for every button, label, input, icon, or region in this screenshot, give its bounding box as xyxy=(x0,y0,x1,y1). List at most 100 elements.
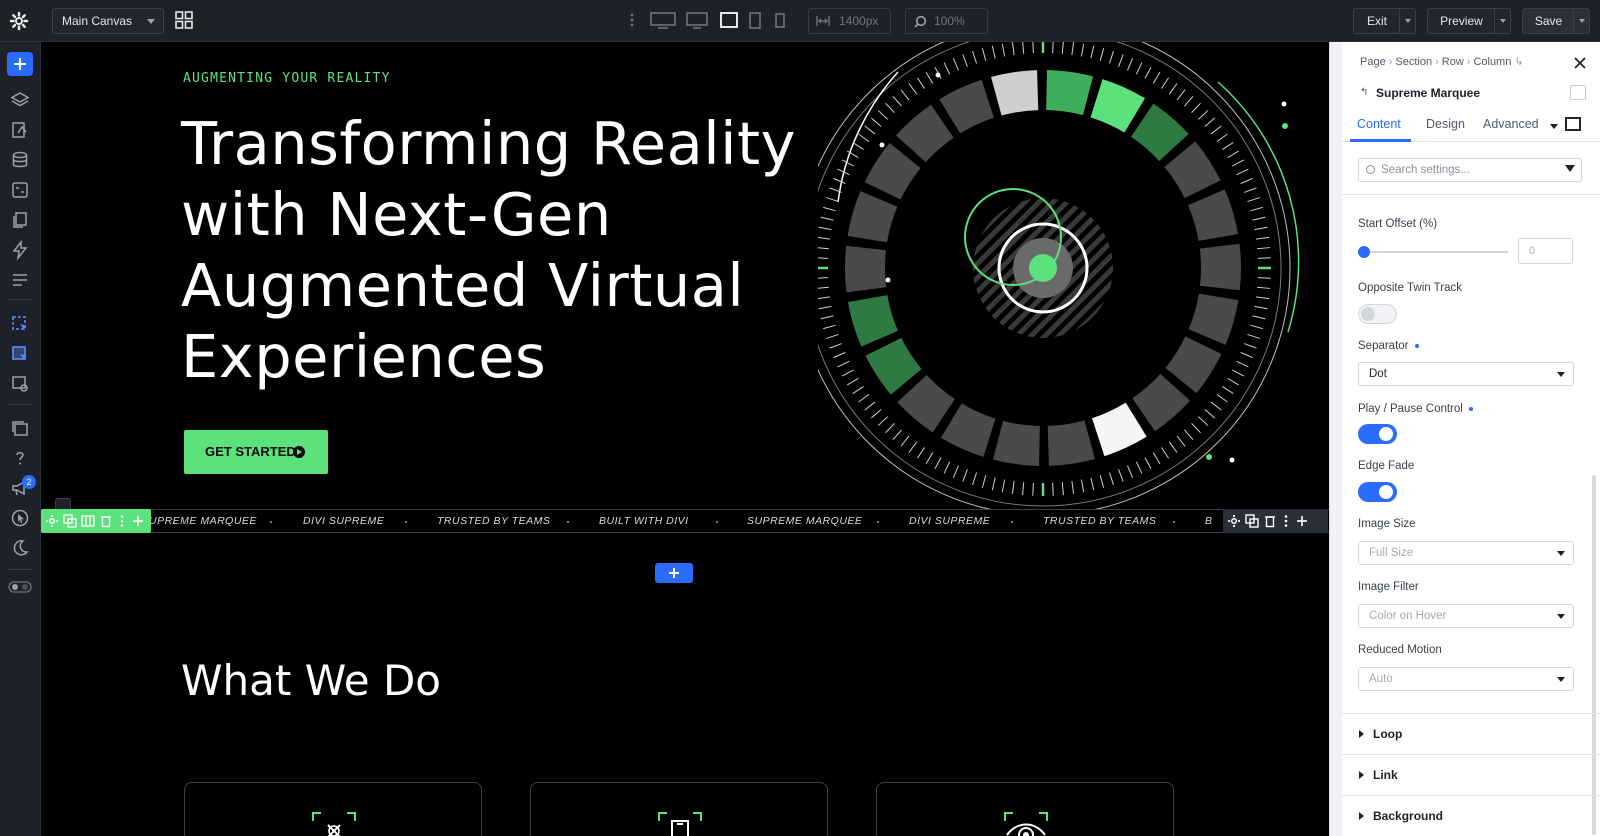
duplicate-icon[interactable] xyxy=(1245,514,1259,528)
exit-button[interactable]: Exit xyxy=(1353,8,1416,34)
tick-mark xyxy=(962,469,968,482)
save-dropdown-icon[interactable] xyxy=(1573,9,1589,33)
start-offset-slider-handle[interactable] xyxy=(1358,246,1370,258)
supreme-cursor-icon[interactable] xyxy=(10,344,30,364)
more-vertical-icon[interactable] xyxy=(630,12,634,28)
mode-toggle-icon[interactable] xyxy=(8,577,32,597)
phone-view-icon[interactable] xyxy=(775,12,785,29)
search-settings-input[interactable]: Search settings... xyxy=(1358,158,1582,182)
settings-gear-icon[interactable] xyxy=(8,10,30,32)
service-card[interactable] xyxy=(876,782,1174,836)
tick-mark xyxy=(829,343,842,349)
desktop-view-icon[interactable] xyxy=(686,12,708,29)
ring-segment xyxy=(939,79,994,134)
close-icon[interactable] xyxy=(1573,56,1587,70)
image-filter-select[interactable]: Color on Hover xyxy=(1358,604,1574,628)
canvas-grid-icon[interactable] xyxy=(175,11,193,29)
start-offset-input[interactable]: 0 xyxy=(1518,238,1573,264)
back-arrow-icon[interactable]: ↰ xyxy=(1360,87,1368,98)
exit-dropdown-icon[interactable] xyxy=(1399,9,1415,33)
database-icon[interactable] xyxy=(10,150,30,170)
node-dot xyxy=(1281,101,1287,107)
service-card[interactable] xyxy=(184,782,482,836)
group-link[interactable]: Link xyxy=(1342,754,1600,795)
group-background[interactable]: Background xyxy=(1342,795,1600,836)
group-loop[interactable]: Loop xyxy=(1342,713,1600,754)
more-vertical-icon[interactable] xyxy=(1279,514,1293,528)
play-pause-label: Play / Pause Control xyxy=(1358,403,1473,415)
module-settings-icon[interactable] xyxy=(45,514,59,528)
tablet-landscape-view-icon[interactable] xyxy=(720,12,738,29)
left-sidebar: 2 xyxy=(0,42,41,836)
canvas-selector[interactable]: Main Canvas xyxy=(52,8,164,34)
chevron-down-icon[interactable] xyxy=(1550,124,1558,129)
cursor-mode-icon[interactable] xyxy=(10,508,30,528)
hero-title-line: with Next-Gen xyxy=(181,180,612,249)
node-dot xyxy=(885,277,891,283)
trash-icon[interactable] xyxy=(1263,514,1277,528)
tick-mark xyxy=(1099,475,1105,488)
canvas-width-field[interactable]: 1400px xyxy=(808,8,891,34)
module-settings-icon[interactable] xyxy=(1227,514,1241,528)
dark-mode-moon-icon[interactable] xyxy=(10,538,30,558)
filter-icon[interactable] xyxy=(1565,165,1575,172)
stack-icon[interactable] xyxy=(10,418,30,438)
layers-icon[interactable] xyxy=(10,90,30,110)
supreme-settings-icon[interactable] xyxy=(10,374,30,394)
add-plus-icon[interactable] xyxy=(131,514,145,528)
reduced-motion-label: Reduced Motion xyxy=(1358,644,1442,656)
breadcrumb-section[interactable]: Section xyxy=(1395,56,1432,68)
tab-design[interactable]: Design xyxy=(1426,117,1465,131)
separator-select[interactable]: Dot xyxy=(1358,362,1574,386)
builder-canvas[interactable]: AUGMENTING YOUR REALITY Transforming Rea… xyxy=(41,42,1329,836)
get-started-button[interactable]: GET STARTED xyxy=(184,430,328,474)
help-icon[interactable] xyxy=(10,448,30,468)
reduced-motion-select[interactable]: Auto xyxy=(1358,667,1574,691)
breadcrumb-row[interactable]: Row xyxy=(1442,56,1464,68)
tick-mark xyxy=(1255,296,1270,300)
panel-layout-icon[interactable] xyxy=(1570,85,1586,100)
wide-desktop-view-icon[interactable] xyxy=(650,12,676,29)
theme-builder-icon[interactable] xyxy=(10,180,30,200)
duplicate-icon[interactable] xyxy=(63,514,77,528)
tab-content[interactable]: Content xyxy=(1357,117,1401,131)
breadcrumb-page[interactable]: Page xyxy=(1360,56,1386,68)
tick-mark xyxy=(1090,45,1095,59)
image-size-select[interactable]: Full Size xyxy=(1358,541,1574,565)
zoom-field[interactable]: 100% xyxy=(905,8,988,34)
start-offset-slider-track[interactable] xyxy=(1363,251,1508,253)
tick-mark xyxy=(1257,247,1271,250)
tick-mark xyxy=(972,472,978,485)
tablet-view-icon[interactable] xyxy=(749,12,761,29)
tab-advanced[interactable]: Advanced xyxy=(1483,117,1539,131)
breadcrumb-column[interactable]: Column xyxy=(1473,56,1511,68)
list-settings-icon[interactable] xyxy=(10,270,30,290)
add-plus-icon[interactable] xyxy=(1295,514,1309,528)
tick-mark xyxy=(1052,42,1054,54)
add-module-button[interactable] xyxy=(7,52,33,76)
image-size-value: Full Size xyxy=(1369,547,1414,559)
lightning-icon[interactable] xyxy=(10,240,30,260)
pages-icon[interactable] xyxy=(10,120,30,140)
columns-icon[interactable] xyxy=(81,514,95,528)
tick-mark xyxy=(1204,409,1216,419)
save-button[interactable]: Save xyxy=(1522,8,1590,34)
service-card[interactable] xyxy=(530,782,828,836)
supreme-marquee-strip[interactable]: UPREME MARQUEE DIVI SUPREME TRUSTED BY TEA… xyxy=(41,509,1329,533)
add-section-button[interactable] xyxy=(655,563,693,583)
preview-button[interactable]: Preview xyxy=(1427,8,1511,34)
tick-mark xyxy=(1236,360,1249,368)
play-pause-toggle[interactable] xyxy=(1358,424,1397,444)
preview-dropdown-icon[interactable] xyxy=(1494,9,1510,33)
notification-badge: 2 xyxy=(22,475,36,489)
supreme-module-icon[interactable] xyxy=(10,314,30,334)
tick-mark xyxy=(818,247,829,250)
marquee-separator-dot xyxy=(716,521,718,523)
expand-panel-icon[interactable] xyxy=(1565,117,1581,131)
opposite-twin-toggle[interactable] xyxy=(1358,304,1397,324)
more-vertical-icon[interactable] xyxy=(115,514,129,528)
edge-fade-toggle[interactable] xyxy=(1358,482,1397,502)
library-copy-icon[interactable] xyxy=(10,210,30,230)
trash-icon[interactable] xyxy=(99,514,113,528)
tick-mark xyxy=(818,277,829,279)
